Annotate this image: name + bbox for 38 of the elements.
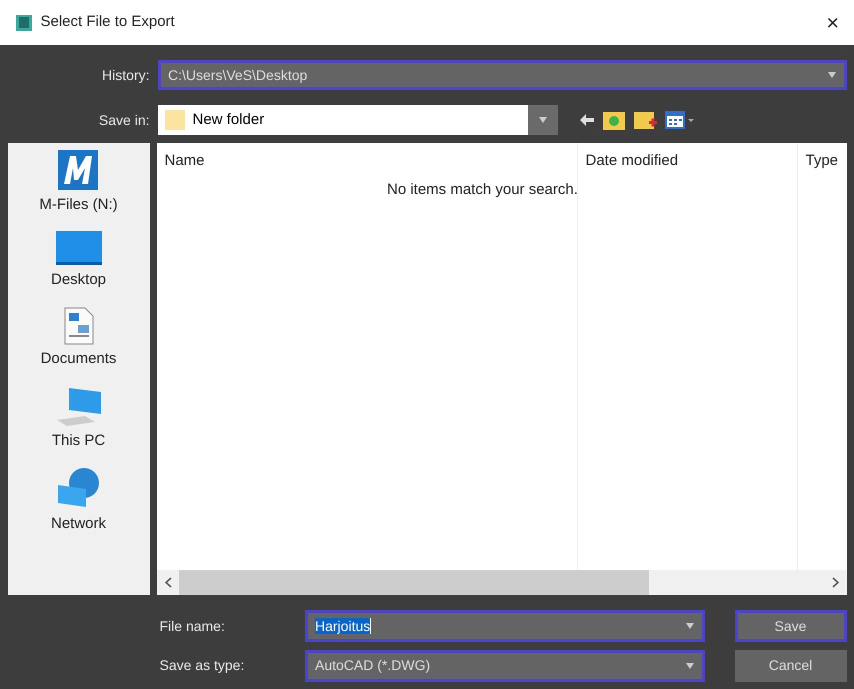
sidebar-item[interactable]: Desktop: [50, 231, 106, 292]
field-label: Save as type:: [158, 656, 246, 675]
save-button[interactable]: Save: [734, 610, 846, 642]
sidebar-item[interactable]: This PC: [52, 386, 106, 452]
column-header[interactable]: Type: [798, 142, 846, 172]
dropdown-arrow-icon[interactable]: [686, 662, 694, 668]
field-label: File name:: [158, 616, 226, 636]
horizontal-scrollbar[interactable]: [157, 570, 846, 595]
window-title: Select File to Export: [40, 12, 176, 32]
history-dropdown[interactable]: C:\Users\VeS\Desktop: [158, 60, 846, 90]
column-header[interactable]: Name: [157, 142, 577, 172]
monitor-icon: [56, 231, 102, 266]
folder-up-icon[interactable]: [602, 109, 626, 131]
folder-dropdown[interactable]: New folder: [158, 105, 558, 135]
sidebar-item[interactable]: Documents: [40, 306, 116, 371]
type-dropdown[interactable]: AutoCAD (*.DWG): [304, 650, 704, 682]
globe-computer-icon: [56, 467, 100, 509]
field-label: Save in:: [98, 110, 150, 130]
view-menu-icon[interactable]: [664, 110, 694, 130]
computer-icon: [54, 386, 102, 426]
app-icon: [15, 14, 33, 32]
sidebar-item[interactable]: M-Files (N:): [39, 150, 118, 216]
field-label: History:: [101, 66, 150, 85]
m-logo-icon: [58, 150, 98, 190]
empty-message: No items match your search.: [387, 180, 578, 200]
back-arrow-icon[interactable]: [580, 114, 594, 126]
document-icon: [64, 306, 94, 344]
sidebar-item[interactable]: Network: [50, 467, 106, 536]
close-button[interactable]: ×: [826, 12, 839, 34]
cancel-button[interactable]: Cancel: [734, 650, 846, 682]
dropdown-arrow-icon[interactable]: [828, 72, 836, 78]
new-folder-icon[interactable]: [633, 109, 657, 131]
dropdown-arrow-icon[interactable]: [538, 117, 546, 123]
column-header[interactable]: Date modified: [578, 142, 797, 172]
scroll-thumb[interactable]: [179, 570, 649, 595]
file-name-field[interactable]: Harjoitus: [304, 610, 704, 642]
dropdown-arrow-icon[interactable]: [686, 623, 694, 629]
folder-icon: [165, 109, 185, 131]
